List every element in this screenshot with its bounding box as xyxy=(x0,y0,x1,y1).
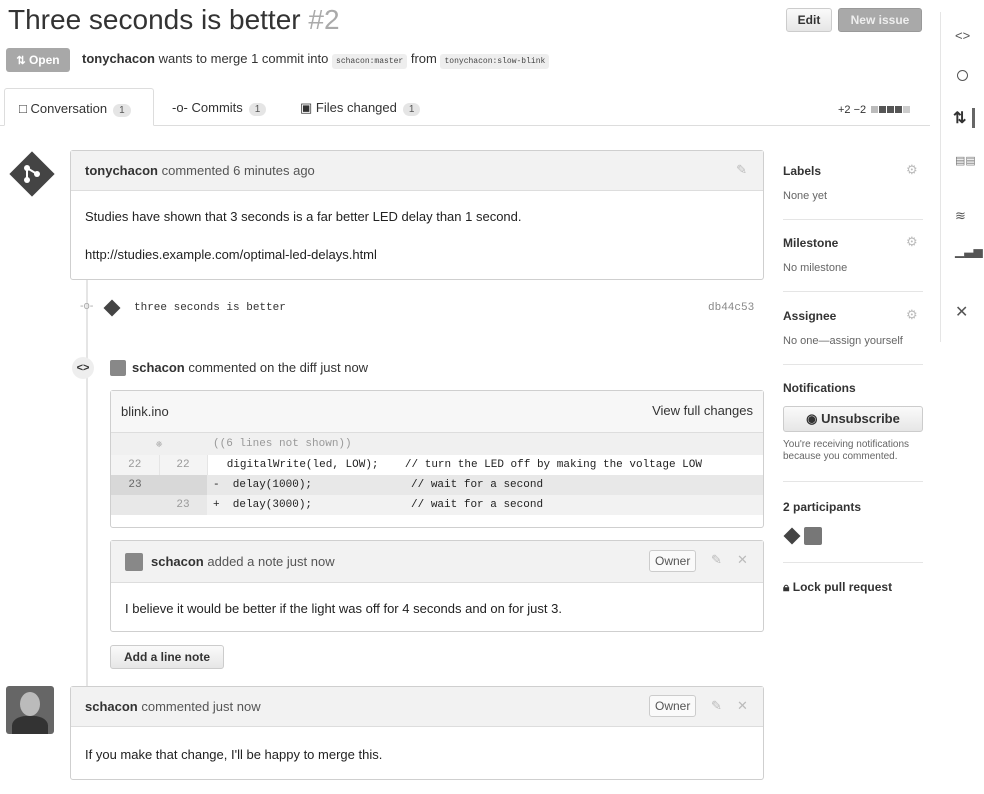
lock-pull-request-link[interactable]: 🔒︎ Lock pull request xyxy=(783,580,892,595)
close-icon[interactable]: ✕ xyxy=(737,698,748,714)
diff-table: ❈ ((6 lines not shown)) 22 22 digitalWri… xyxy=(111,433,763,515)
participant-avatar[interactable] xyxy=(804,527,822,545)
notifications-heading: Notifications xyxy=(783,381,856,395)
edit-pencil-icon[interactable]: ✎ xyxy=(736,162,747,178)
edit-button[interactable]: Edit xyxy=(786,8,832,32)
milestone-heading: Milestone xyxy=(783,236,839,250)
file-diff-icon: ▣ xyxy=(300,100,313,115)
graphs-icon[interactable]: ▁▃▅ xyxy=(955,244,983,258)
repo-nav: <> ⇅ ▤▤ ≋ ▁▃▅ ✕ xyxy=(940,12,984,342)
pull-request-nav-icon[interactable]: ⇅ xyxy=(953,108,976,128)
issue-icon[interactable] xyxy=(957,70,968,81)
commit-row: -o- three seconds is better db44c53 xyxy=(78,299,758,320)
commit-icon: -o- xyxy=(172,100,188,115)
diffstat-bar xyxy=(871,104,911,116)
assignee-value[interactable]: No one—assign yourself xyxy=(783,335,903,347)
edit-pencil-icon[interactable]: ✎ xyxy=(711,552,722,568)
line-note: schacon added a note just now Owner ✎ ✕ … xyxy=(110,540,764,632)
tab-conversation[interactable]: □ Conversation 1 xyxy=(4,88,154,126)
timeline-line xyxy=(86,280,88,700)
labels-gear-icon[interactable]: ⚙ xyxy=(906,162,918,178)
labels-value: None yet xyxy=(783,190,828,202)
comment-body-text: If you make that change, I'll be happy t… xyxy=(85,747,383,762)
expand-icon[interactable]: ❈ xyxy=(111,433,207,455)
code-icon: <> xyxy=(72,357,94,379)
comment-box: tonychacon commented 6 minutes ago ✎ Stu… xyxy=(70,150,764,280)
avatar xyxy=(110,360,126,376)
code-icon[interactable]: <> xyxy=(955,28,970,43)
conversation-icon: □ xyxy=(19,101,27,116)
eye-icon: ◉ xyxy=(806,411,818,426)
diff-comment-header: <> schacon commented on the diff just no… xyxy=(72,357,572,379)
add-line-note-button[interactable]: Add a line note xyxy=(110,645,224,669)
avatar xyxy=(125,553,143,571)
owner-badge: Owner xyxy=(649,550,697,572)
diff-box: blink.ino View full changes ❈ ((6 lines … xyxy=(110,390,764,528)
commit-message[interactable]: three seconds is better xyxy=(134,302,286,314)
head-branch: tonychacon:slow-blink xyxy=(440,54,550,69)
new-issue-button[interactable]: New issue xyxy=(838,8,922,32)
line-note-header: schacon added a note just now Owner ✎ ✕ xyxy=(111,541,763,583)
wiki-icon[interactable]: ▤▤ xyxy=(955,154,976,167)
divider xyxy=(783,291,923,292)
base-branch: schacon:master xyxy=(332,54,408,69)
unsubscribe-button[interactable]: ◉ Unsubscribe xyxy=(783,406,923,432)
comment-header: schacon commented just now Owner ✎ ✕ xyxy=(71,687,763,727)
commit-sha[interactable]: db44c53 xyxy=(708,302,754,314)
participants-heading: 2 participants xyxy=(783,500,862,514)
assignee-gear-icon[interactable]: ⚙ xyxy=(906,307,918,323)
comment-box: schacon commented just now Owner ✎ ✕ If … xyxy=(70,686,764,780)
view-full-changes-link[interactable]: View full changes xyxy=(652,403,753,418)
settings-icon[interactable]: ✕ xyxy=(955,302,968,322)
divider xyxy=(783,219,923,220)
page-title: Three seconds is better #2 xyxy=(8,4,340,36)
notification-reason: You're receiving notifications because y… xyxy=(783,439,910,462)
diff-line-removed: 23 - delay(1000); // wait for a second xyxy=(111,475,763,495)
expand-row: ❈ ((6 lines not shown)) xyxy=(111,433,763,455)
labels-heading: Labels xyxy=(783,164,822,178)
divider xyxy=(783,481,923,482)
milestone-value: No milestone xyxy=(783,262,848,274)
comment-header: tonychacon commented 6 minutes ago ✎ xyxy=(71,151,763,191)
comment-author[interactable]: tonychacon xyxy=(85,163,158,178)
comment-body-text: Studies have shown that 3 seconds is a f… xyxy=(85,209,522,224)
state-badge: ⇅ Open xyxy=(6,48,70,72)
diff-line-added: 23 + delay(3000); // wait for a second xyxy=(111,495,763,515)
comment-author[interactable]: schacon xyxy=(132,360,185,375)
pull-request-icon: ⇅ xyxy=(16,55,26,67)
assignee-heading: Assignee xyxy=(783,309,837,323)
issue-number: #2 xyxy=(308,4,340,35)
edit-pencil-icon[interactable]: ✎ xyxy=(711,698,722,714)
diff-file-header: blink.ino View full changes xyxy=(111,391,763,433)
divider xyxy=(783,562,923,563)
lock-icon: 🔒︎ xyxy=(783,580,790,594)
divider xyxy=(783,364,923,365)
commit-node-icon: -o- xyxy=(80,300,94,312)
tab-commits[interactable]: -o- Commits 1 xyxy=(172,100,267,116)
git-avatar xyxy=(8,150,56,198)
author-link[interactable]: tonychacon xyxy=(82,51,155,66)
diffstat: +2 −2 xyxy=(838,104,911,116)
avatar xyxy=(6,686,54,734)
tab-files-changed[interactable]: ▣ Files changed 1 xyxy=(300,100,421,116)
state-description: tonychacon wants to merge 1 commit into … xyxy=(82,51,550,69)
comment-author[interactable]: schacon xyxy=(85,699,138,714)
committer-avatar xyxy=(103,299,121,317)
close-icon[interactable]: ✕ xyxy=(737,552,748,568)
owner-badge: Owner xyxy=(649,695,697,717)
file-name: blink.ino xyxy=(121,404,169,419)
note-body: I believe it would be better if the ligh… xyxy=(125,601,562,616)
title-text: Three seconds is better xyxy=(8,4,301,35)
diff-line: 22 22 digitalWrite(led, LOW); // turn th… xyxy=(111,455,763,475)
comment-link[interactable]: http://studies.example.com/optimal-led-d… xyxy=(85,247,377,262)
milestone-gear-icon[interactable]: ⚙ xyxy=(906,234,918,250)
note-author[interactable]: schacon xyxy=(151,554,204,569)
participant-avatar[interactable] xyxy=(783,527,801,545)
pulse-icon[interactable]: ≋ xyxy=(955,208,966,224)
